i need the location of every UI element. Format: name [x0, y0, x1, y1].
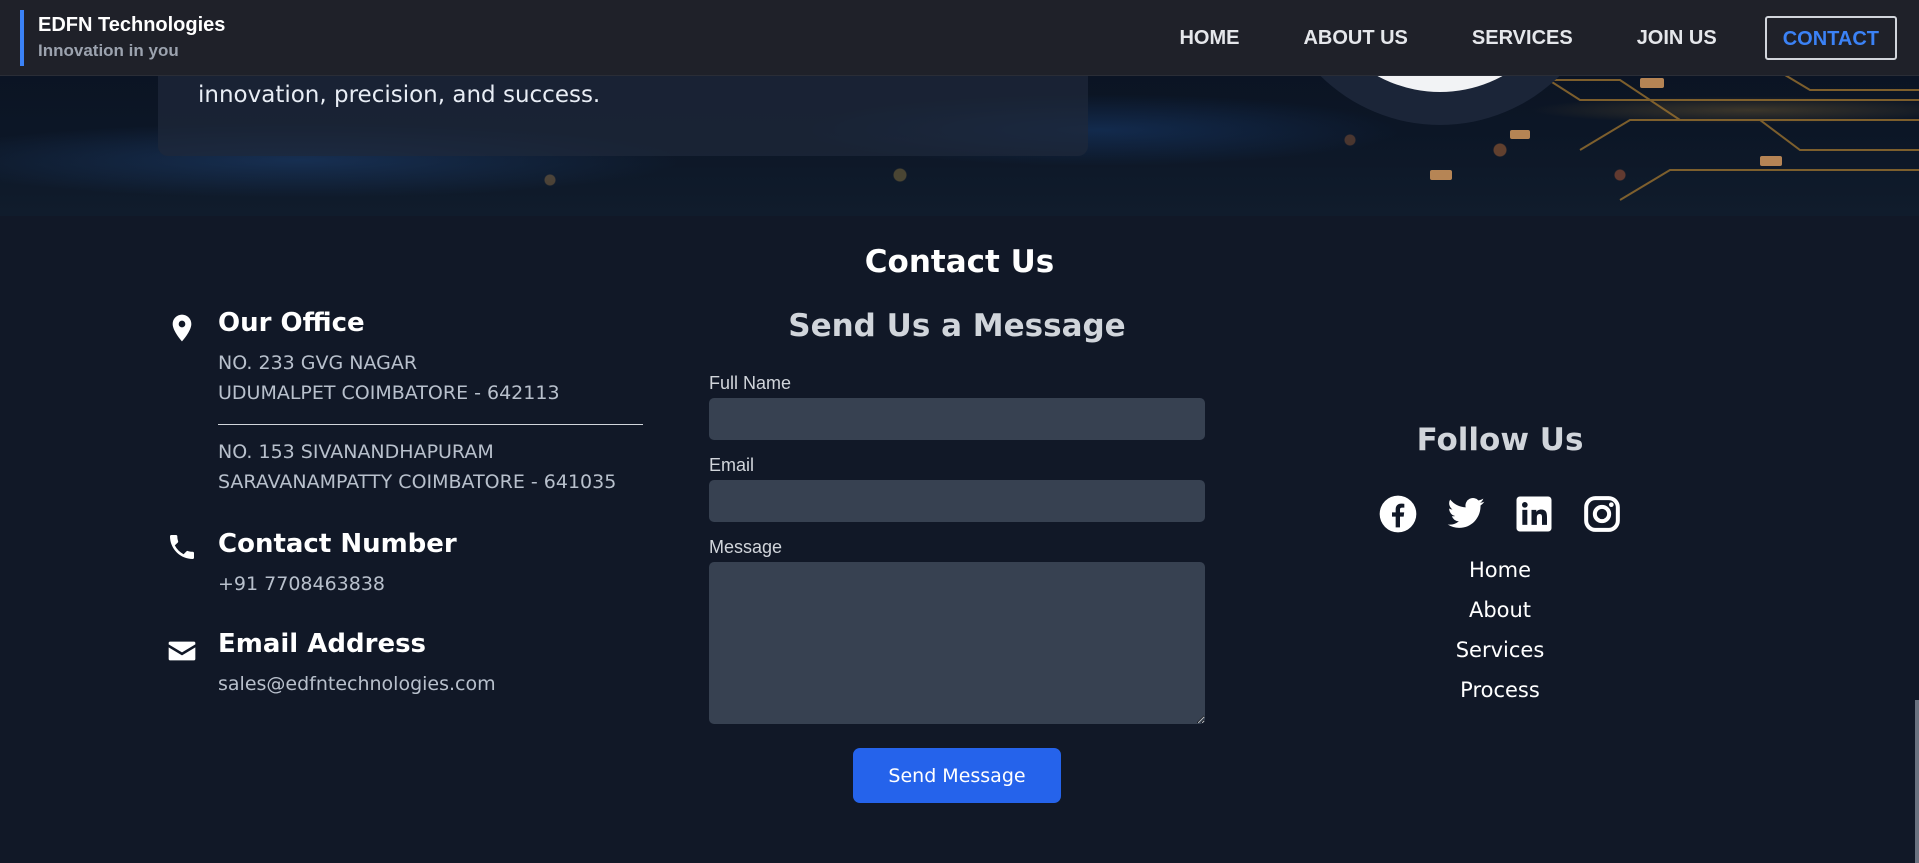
phone-value[interactable]: +91 7708463838 [218, 569, 666, 599]
hero-card-text: innovation, precision, and success. [198, 82, 601, 108]
follow-title: Follow Us [1416, 422, 1584, 458]
footer-link-about[interactable]: About [1320, 590, 1680, 630]
office-address-2-line-2: SARAVANAMPATTY COIMBATORE - 641035 [218, 471, 617, 493]
contact-info-column: Our Office NO. 233 GVG NAGAR UDUMALPET C… [166, 306, 666, 699]
email-input[interactable] [709, 480, 1205, 522]
office-address-2-line-1: NO. 153 SIVANANDHAPURAM [218, 441, 494, 463]
footer-link-home[interactable]: Home [1320, 550, 1680, 590]
footer-links: Home About Services Process [1320, 550, 1680, 710]
contact-section: Contact Us Our Office NO. 233 GVG NAGAR … [0, 216, 1919, 863]
nav-home[interactable]: HOME [1147, 16, 1271, 60]
circuit-lines-decoration [1399, 60, 1919, 201]
linkedin-icon[interactable] [1514, 494, 1554, 534]
brand-tagline: Innovation in you [38, 41, 179, 60]
address-divider [218, 424, 643, 425]
brand-logo[interactable]: EDFN Technologies Innovation in you [20, 10, 225, 66]
follow-us-column: Follow Us Home About Services Process [1320, 420, 1680, 710]
form-title: Send Us a Message [788, 308, 1126, 344]
email-value[interactable]: sales@edfntechnologies.com [218, 669, 666, 699]
office-block: Our Office NO. 233 GVG NAGAR UDUMALPET C… [166, 306, 666, 497]
page-scrollbar[interactable] [1915, 700, 1919, 863]
phone-block: Contact Number +91 7708463838 [166, 527, 666, 599]
map-pin-icon [172, 314, 192, 342]
nav-services[interactable]: SERVICES [1440, 16, 1605, 60]
top-navbar: EDFN Technologies Innovation in you HOME… [0, 0, 1919, 76]
footer-link-services[interactable]: Services [1320, 630, 1680, 670]
social-icons [1320, 494, 1680, 534]
office-address-1-line-1: NO. 233 GVG NAGAR [218, 352, 418, 374]
email-block: Email Address sales@edfntechnologies.com [166, 627, 666, 699]
instagram-icon[interactable] [1582, 494, 1622, 534]
message-textarea[interactable] [709, 562, 1205, 724]
full-name-label: Full Name [709, 373, 792, 393]
twitter-icon[interactable] [1446, 494, 1486, 534]
envelope-icon [168, 641, 196, 661]
email-label: Email [709, 455, 755, 475]
nav-contact[interactable]: CONTACT [1764, 16, 1897, 60]
office-heading: Our Office [218, 308, 365, 338]
message-label: Message [709, 537, 783, 557]
nav-links: HOME ABOUT US SERVICES JOIN US CONTACT [1147, 16, 1897, 60]
full-name-input[interactable] [709, 398, 1205, 440]
nav-join-us[interactable]: JOIN US [1605, 16, 1749, 60]
nav-about-us[interactable]: ABOUT US [1271, 16, 1439, 60]
contact-title: Contact Us [864, 244, 1055, 280]
contact-form: Send Us a Message Full Name Email Messag… [709, 306, 1205, 803]
send-message-button[interactable]: Send Message [853, 748, 1061, 803]
phone-heading: Contact Number [218, 529, 457, 559]
email-heading: Email Address [218, 629, 427, 659]
brand-name: EDFN Technologies [38, 14, 226, 36]
facebook-icon[interactable] [1378, 494, 1418, 534]
office-address-1-line-2: UDUMALPET COIMBATORE - 642113 [218, 382, 560, 404]
phone-icon [170, 535, 194, 559]
footer-link-process[interactable]: Process [1320, 670, 1680, 710]
